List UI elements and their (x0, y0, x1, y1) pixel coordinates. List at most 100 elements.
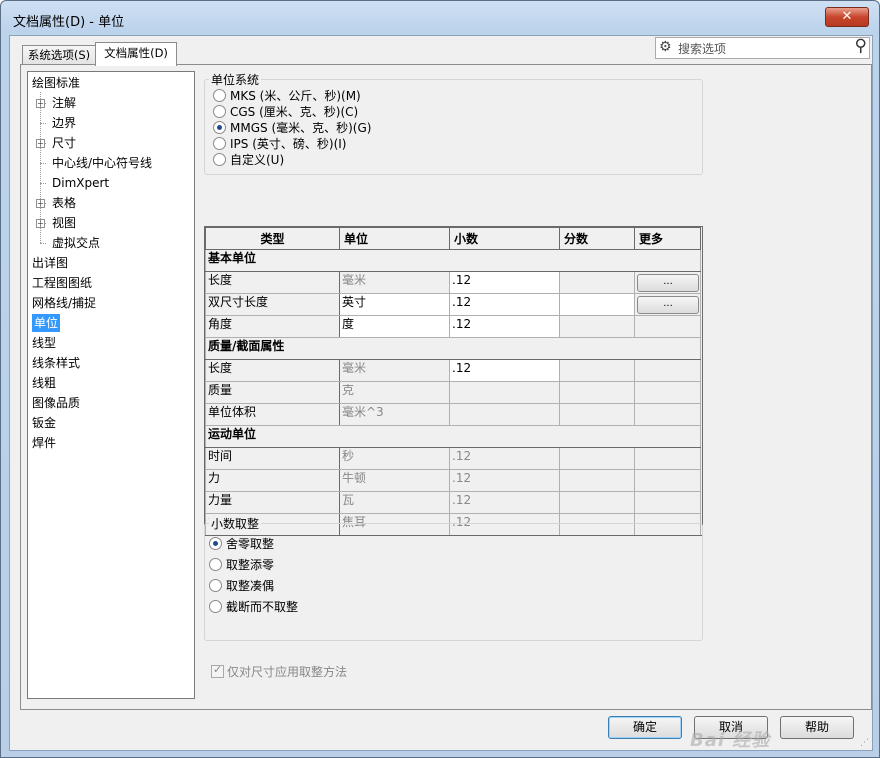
tab-document-properties[interactable]: 文档属性(D) (95, 42, 177, 66)
tree-item[interactable]: 钣金 (32, 414, 56, 432)
unit-cell[interactable]: 度 (339, 315, 450, 338)
tree-item[interactable]: 表格 (52, 194, 76, 212)
radio-button[interactable] (209, 579, 222, 592)
tree-item[interactable]: 网格线/捕捉 (32, 294, 96, 312)
type-cell: 质量 (205, 381, 340, 404)
more-cell (634, 315, 701, 338)
rounding-option[interactable]: 取整添零 (209, 557, 274, 573)
gear-icon[interactable]: ⚙ (659, 39, 672, 55)
fraction-cell (559, 403, 635, 426)
type-cell: 力 (205, 469, 340, 492)
table-row[interactable]: 单位体积 毫米^3 (205, 403, 701, 426)
tab-system-options[interactable]: 系统选项(S) (22, 45, 96, 65)
tree-item[interactable]: 虚拟交点 (52, 234, 100, 252)
tree-item[interactable]: 边界 (52, 114, 76, 132)
fraction-cell[interactable] (559, 293, 635, 316)
header-type: 类型 (205, 227, 340, 250)
search-icon[interactable]: ⚲ (855, 36, 867, 56)
decimal-cell[interactable]: .12 (449, 271, 560, 294)
more-cell (634, 359, 701, 382)
radio-button[interactable] (209, 537, 222, 550)
tree-item[interactable]: 注解 (52, 94, 76, 112)
decimal-cell[interactable]: .12 (449, 293, 560, 316)
decimal-cell[interactable]: .12 (449, 359, 560, 382)
unit-cell: 克 (339, 381, 450, 404)
tree-connector (40, 243, 46, 244)
close-button[interactable]: ✕ (825, 7, 869, 27)
radio-button[interactable] (213, 121, 226, 134)
table-row[interactable]: 角度度 .12 (205, 315, 701, 338)
options-tree[interactable]: 绘图标准 注解 + 边界 尺寸 + 中心线/中心符号线 DimXpert 表格 + 视图 + 虚拟交点出… (27, 71, 195, 699)
tree-item[interactable]: 出详图 (32, 254, 68, 272)
units-table[interactable]: 类型 单位 小数 分数 更多 基本单位 长度 毫米 .12... 双尺寸长度 英寸 .12.… (204, 226, 703, 536)
more-button[interactable]: ... (637, 296, 699, 314)
watermark: Bai 经验 (690, 730, 771, 751)
radio-button[interactable] (213, 137, 226, 150)
unit-system-option[interactable]: 自定义(U) (213, 152, 284, 168)
unit-system-option[interactable]: IPS (英寸、磅、秒)(I) (213, 136, 346, 152)
rounding-option[interactable]: 舍零取整 (209, 536, 274, 552)
table-row[interactable]: 质量克 (205, 381, 701, 404)
rounding-option-label: 取整添零 (226, 558, 275, 572)
more-cell (634, 381, 701, 404)
rounding-option-label: 舍零取整 (226, 537, 275, 551)
ok-button[interactable]: 确定 (608, 716, 682, 739)
tree-item[interactable]: 绘图标准 (32, 74, 80, 92)
tree-item[interactable]: 工程图图纸 (32, 274, 92, 292)
rounding-option[interactable]: 截断而不取整 (209, 599, 298, 615)
tree-item[interactable]: 中心线/中心符号线 (52, 154, 152, 172)
table-row[interactable]: 时间秒 .12 (205, 447, 701, 470)
tree-item[interactable]: 单位 (32, 314, 61, 332)
dialog-client: 系统选项(S) 文档属性(D) ⚙ 搜索选项 ⚲ 绘图标准 注解 + 边界 尺寸 + 中心线… (9, 35, 873, 751)
unit-system-option-label: MMGS (毫米、克、秒)(G) (230, 121, 372, 135)
radio-button[interactable] (213, 105, 226, 118)
radio-button[interactable] (213, 153, 226, 166)
tree-item[interactable]: 尺寸 (52, 134, 76, 152)
table-row[interactable]: 力牛顿 .12 (205, 469, 701, 492)
type-cell: 力量 (205, 491, 340, 514)
unit-system-option[interactable]: MKS (米、公斤、秒)(M) (213, 88, 361, 104)
table-row[interactable]: 力量瓦 .12 (205, 491, 701, 514)
more-cell: ... (634, 271, 701, 294)
tree-connector (40, 92, 41, 243)
rounding-option[interactable]: 取整凑偶 (209, 578, 274, 594)
fraction-cell (559, 359, 635, 382)
more-button[interactable]: ... (637, 274, 699, 292)
unit-system-option-label: IPS (英寸、磅、秒)(I) (230, 137, 347, 151)
tree-item[interactable]: 视图 (52, 214, 76, 232)
type-cell: 长度 (205, 359, 340, 382)
tree-item[interactable]: 线粗 (32, 374, 56, 392)
fraction-cell (559, 491, 635, 514)
section-row: 质量/截面属性 (205, 337, 701, 360)
fraction-cell (559, 447, 635, 470)
unit-system-option[interactable]: CGS (厘米、克、秒)(C) (213, 104, 358, 120)
decimal-cell: .12 (449, 469, 560, 492)
tree-item[interactable]: DimXpert (52, 174, 109, 192)
resize-grip-icon[interactable]: ⋰ (860, 738, 870, 748)
help-button[interactable]: 帮助 (780, 716, 854, 739)
table-row[interactable]: 双尺寸长度 英寸 .12... (205, 293, 701, 316)
tree-item[interactable]: 图像品质 (32, 394, 80, 412)
unit-cell: 瓦 (339, 491, 450, 514)
search-options-field[interactable]: ⚙ 搜索选项 ⚲ (655, 36, 870, 59)
more-cell: ... (634, 293, 701, 316)
decimal-cell: .12 (449, 447, 560, 470)
decimal-cell[interactable]: .12 (449, 315, 560, 338)
radio-button[interactable] (213, 89, 226, 102)
radio-button[interactable] (209, 600, 222, 613)
unit-cell[interactable]: 英寸 (339, 293, 450, 316)
only-dimensions-checkbox[interactable]: ✓ (211, 663, 224, 678)
table-row[interactable]: 长度 毫米 .12 (205, 359, 701, 382)
type-cell: 双尺寸长度 (205, 293, 340, 316)
table-row[interactable]: 长度 毫米 .12... (205, 271, 701, 294)
decimal-cell (449, 381, 560, 404)
tree-item[interactable]: 线条样式 (32, 354, 80, 372)
header-unit: 单位 (339, 227, 450, 250)
radio-button[interactable] (209, 558, 222, 571)
tree-item[interactable]: 焊件 (32, 434, 56, 452)
only-dimensions-option[interactable]: ✓ 仅对尺寸应用取整方法 (211, 663, 347, 680)
tree-item[interactable]: 线型 (32, 334, 56, 352)
unit-cell: 牛顿 (339, 469, 450, 492)
title-bar[interactable]: 文档属性(D) - 单位 ✕ (1, 1, 879, 35)
unit-system-option[interactable]: MMGS (毫米、克、秒)(G) (213, 120, 371, 136)
